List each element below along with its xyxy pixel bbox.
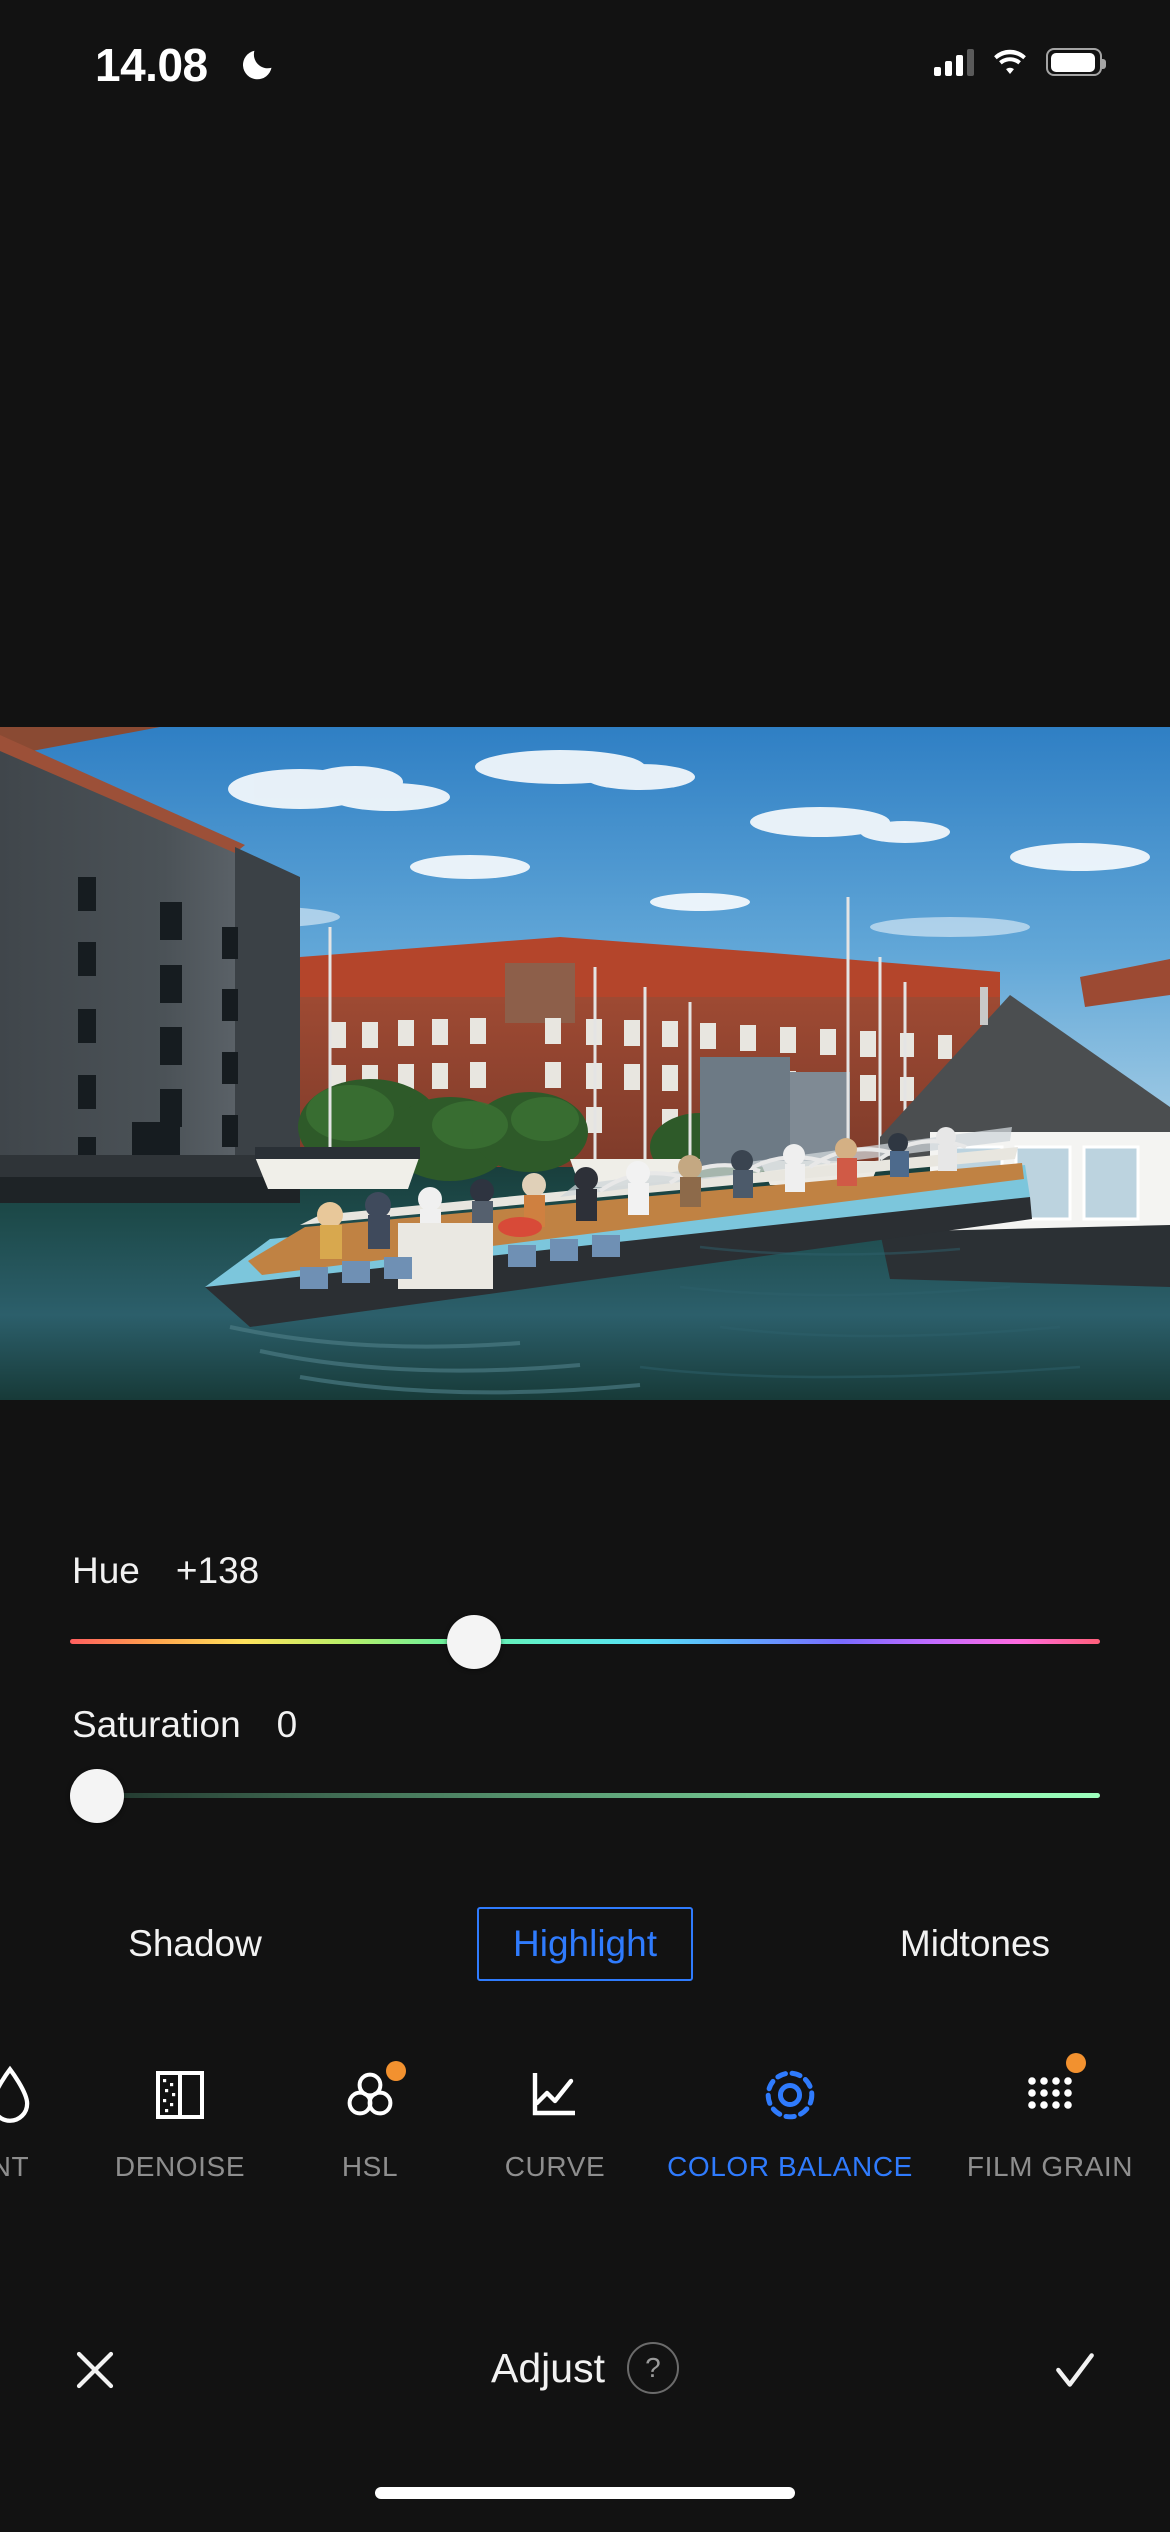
saturation-label: Saturation <box>72 1704 241 1745</box>
hsl-badge <box>386 2061 406 2081</box>
confirm-button[interactable] <box>1035 2330 1115 2410</box>
tone-tab-midtones-label: Midtones <box>899 1923 1051 1964</box>
hue-knob[interactable] <box>447 1615 501 1669</box>
hue-label: Hue <box>72 1550 140 1591</box>
tool-film-grain-label: FILM GRAIN <box>966 2151 1134 2182</box>
home-indicator <box>375 2487 795 2499</box>
tool-film-grain[interactable]: FILM GRAIN <box>930 2020 1170 2183</box>
tool-strip[interactable]: NT DENOISE HSL CURVE COLOR BALANCE FILM … <box>0 2020 1170 2220</box>
saturation-value: 0 <box>276 1704 298 1745</box>
tool-tint-label: NT <box>0 2151 30 2182</box>
app-screen: 14.08 Hue +138 Saturation 0 Shadow Highl… <box>0 0 1170 2532</box>
hue-track[interactable] <box>70 1639 1100 1644</box>
signal-bars-icon <box>934 48 974 76</box>
help-button-label: ? <box>645 2352 661 2383</box>
photo-image <box>0 727 1170 1400</box>
mode-title-group: Adjust ? <box>0 2342 1170 2394</box>
hue-slider-block: Hue +138 <box>0 1550 1170 1674</box>
status-bar-indicators <box>934 48 1106 76</box>
tool-denoise[interactable]: DENOISE <box>80 2020 280 2183</box>
wifi-icon <box>994 49 1026 74</box>
status-bar: 14.08 <box>0 0 1170 120</box>
checkmark-icon <box>1056 2353 1094 2387</box>
tool-hsl-label: HSL <box>341 2151 399 2182</box>
hue-slider[interactable] <box>0 1608 1170 1674</box>
tool-curve-label: CURVE <box>504 2151 606 2182</box>
tone-tab-highlight-label: Highlight <box>477 1907 693 1981</box>
tool-color-balance-label: COLOR BALANCE <box>667 2151 913 2182</box>
tone-tab-midtones[interactable]: Midtones <box>780 1908 1170 1980</box>
tone-tab-shadow[interactable]: Shadow <box>0 1908 390 1980</box>
tool-color-balance[interactable]: COLOR BALANCE <box>650 2020 930 2183</box>
film-grain-badge <box>1066 2053 1086 2073</box>
color-balance-target-icon <box>763 2055 817 2135</box>
tool-tint[interactable]: NT <box>0 2020 80 2183</box>
tool-curve[interactable]: CURVE <box>460 2020 650 2183</box>
droplet-icon <box>0 2055 36 2135</box>
denoise-split-panel-icon <box>154 2055 206 2135</box>
tool-hsl[interactable]: HSL <box>280 2020 460 2183</box>
status-bar-time: 14.08 <box>95 39 208 91</box>
tone-tab-shadow-label: Shadow <box>128 1923 262 1964</box>
hue-label-row: Hue +138 <box>0 1550 1170 1592</box>
saturation-label-row: Saturation 0 <box>0 1704 1170 1746</box>
saturation-track[interactable] <box>70 1793 1100 1798</box>
adjustment-sliders: Hue +138 Saturation 0 <box>0 1550 1170 1828</box>
battery-icon <box>1046 48 1106 76</box>
tool-denoise-label: DENOISE <box>114 2151 246 2182</box>
saturation-slider-block: Saturation 0 <box>0 1704 1170 1828</box>
saturation-slider[interactable] <box>0 1762 1170 1828</box>
bottom-action-bar: Adjust ? <box>0 2290 1170 2450</box>
tone-range-tabs: Shadow Highlight Midtones <box>0 1907 1170 1981</box>
crescent-moon-icon <box>242 50 272 80</box>
hue-value: +138 <box>175 1550 260 1591</box>
dot-grid-icon <box>1024 2053 1086 2135</box>
saturation-knob[interactable] <box>70 1769 124 1823</box>
three-circles-icon <box>342 2055 406 2135</box>
page-title: Adjust <box>491 2344 605 2391</box>
help-button[interactable]: ? <box>626 2342 679 2394</box>
tone-tab-highlight[interactable]: Highlight <box>390 1907 780 1981</box>
curve-graph-icon <box>529 2055 581 2135</box>
photo-preview[interactable] <box>0 727 1170 1400</box>
